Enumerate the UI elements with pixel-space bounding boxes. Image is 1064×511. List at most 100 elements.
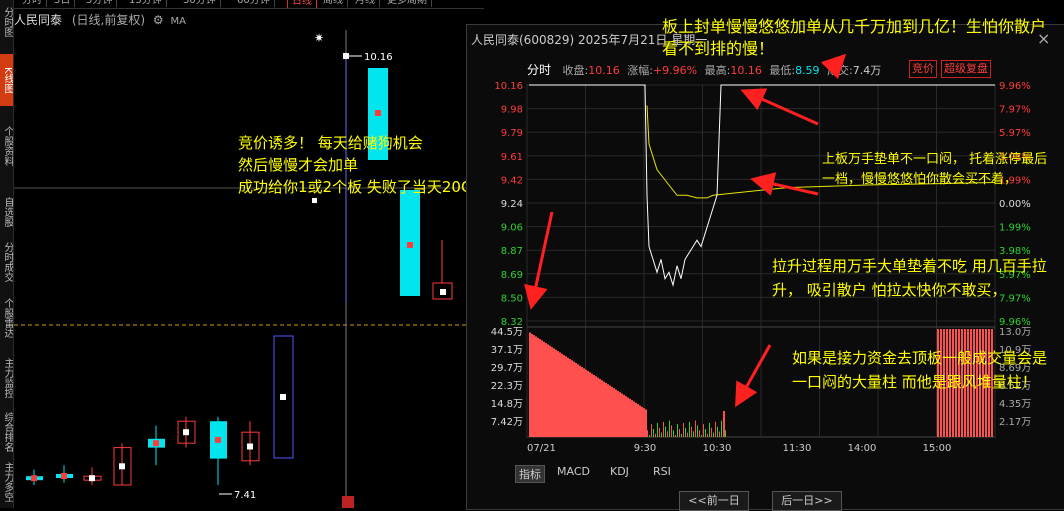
volume-bar [571,360,573,437]
volume-bar [631,400,633,437]
sidebar-item-6[interactable]: 主力监控 [0,356,13,400]
indicator-label[interactable]: MA [170,16,185,27]
annotation-volume: 如果是接力资金去顶板一般成交量会是一口闷的大量柱 而他是跟风堆量柱！ [792,349,1048,391]
y-left-tick: 8.69 [501,270,523,281]
vol-left-tick: 14.8万 [491,399,523,410]
high-marker [343,53,349,59]
volume-bar [619,392,621,437]
settings-gear-icon[interactable]: ⚙ [153,13,164,27]
volume-bar [605,382,607,437]
y-left-tick: 9.79 [501,128,523,139]
high-label: 10.16 [364,52,393,63]
subtab-macd[interactable]: MACD [557,465,590,478]
sidebar-item-2[interactable]: 个股资料 [0,124,13,168]
volume-bar [673,430,674,437]
fenshi-label: 分时 [527,63,552,77]
volume-bar [569,359,571,437]
volume-bar [541,340,543,437]
vol-left-tick: 7.42万 [491,417,523,428]
tab-4[interactable]: 30分钟 [179,0,221,7]
prev-day-button[interactable]: <<前一日 [679,491,749,511]
volume-bar [601,380,603,437]
tab-8[interactable]: 月线 [351,0,380,7]
candle-marker [31,475,37,482]
volume-bar [591,373,593,437]
volume-bar [665,426,666,437]
volume-bar [637,404,639,437]
tab-7[interactable]: 周线 [319,0,348,7]
volume-bar [551,347,553,437]
auction-button[interactable]: 竞价 [909,60,937,78]
y-right-tick: 0.00% [999,199,1031,210]
volume-bar [711,427,712,437]
volume-bar [699,430,700,437]
volume-bar [567,357,569,437]
volume-bar [661,432,662,437]
volume-bar [537,337,539,437]
volume-bar [585,369,587,437]
tab-6[interactable]: 日线 [287,0,317,8]
y-left-tick: 9.42 [501,175,523,186]
y-left-tick: 9.98 [501,105,523,116]
volume-bar [685,427,686,437]
candle-marker [407,242,413,248]
volume-bar [649,435,650,437]
volume-bar [583,368,585,437]
volume-bar [533,335,535,437]
super-review-button[interactable]: 超级复盘 [941,60,991,78]
candle-marker [312,198,317,203]
sidebar-item-3[interactable]: 自选股 [0,190,13,234]
tab-5[interactable]: 60分钟 [233,0,275,7]
tab-1[interactable]: 5日 [50,0,76,7]
tab-3[interactable]: 15分钟 [125,0,167,7]
volume-bar [621,393,623,437]
y-right-tick: 9.96% [999,81,1031,92]
volume-bar [717,426,718,437]
volume-bar [609,385,611,437]
volume-bar [545,343,547,437]
chart-title: 人民同泰 (日线,前复权) ⚙ MA [14,10,186,30]
sidebar-item-4[interactable]: 分时成交 [0,240,13,284]
volume-bar [553,348,555,437]
vol-left-tick: 44.5万 [491,327,523,338]
sidebar-item-5[interactable]: 个股雷达 [0,296,13,340]
volume-bar [575,363,577,437]
volume-bar [675,435,676,437]
candle-marker [183,429,189,436]
sidebar-item-0[interactable]: 分时图 [0,0,13,44]
volume-bar [559,352,561,437]
change-value: +9.96% [652,64,698,77]
star-icon: ✷ [314,31,324,45]
vol-left-tick: 37.1万 [491,345,523,356]
volume-bar [607,384,609,437]
volume-spike [723,411,725,437]
candle-marker [215,436,221,443]
tab-9[interactable]: 更多周期 [383,0,432,7]
volume-bar [645,409,647,437]
vol-left-tick: 22.3万 [491,381,523,392]
daily-kline-chart[interactable]: ✷ 10.16 7.41 [14,30,474,508]
tab-2[interactable]: 5分钟 [82,0,118,7]
subtab-kdj[interactable]: KDJ [610,465,629,478]
volume-bar [677,424,678,437]
candle-marker [89,475,95,482]
volume-bar [555,349,557,437]
volume-bar [653,429,654,437]
y-right-tick: 7.97% [999,105,1031,116]
volume-bar [587,371,589,437]
volume-bar [565,356,567,437]
tab-0[interactable]: 分时 [18,0,47,7]
next-day-button[interactable]: 后一日>> [772,491,842,511]
sidebar-item-1[interactable]: K线图 [0,54,13,106]
quote-row: 分时 收盘:10.16 涨幅:+9.96% 最高:10.16 最低:8.59 成… [527,61,881,78]
subtab-indicator[interactable]: 指标 [515,465,545,483]
close-label: 收盘: [562,64,589,77]
volume-bar [651,424,652,437]
high-label2: 最高: [704,64,731,77]
volume-bar [617,390,619,437]
candle-marker [247,443,253,450]
sidebar-item-7[interactable]: 综合排名 [0,410,13,454]
volume-bar [577,364,579,437]
sidebar-item-8[interactable]: 主力多空 [0,460,13,504]
subtab-rsi[interactable]: RSI [653,465,671,478]
